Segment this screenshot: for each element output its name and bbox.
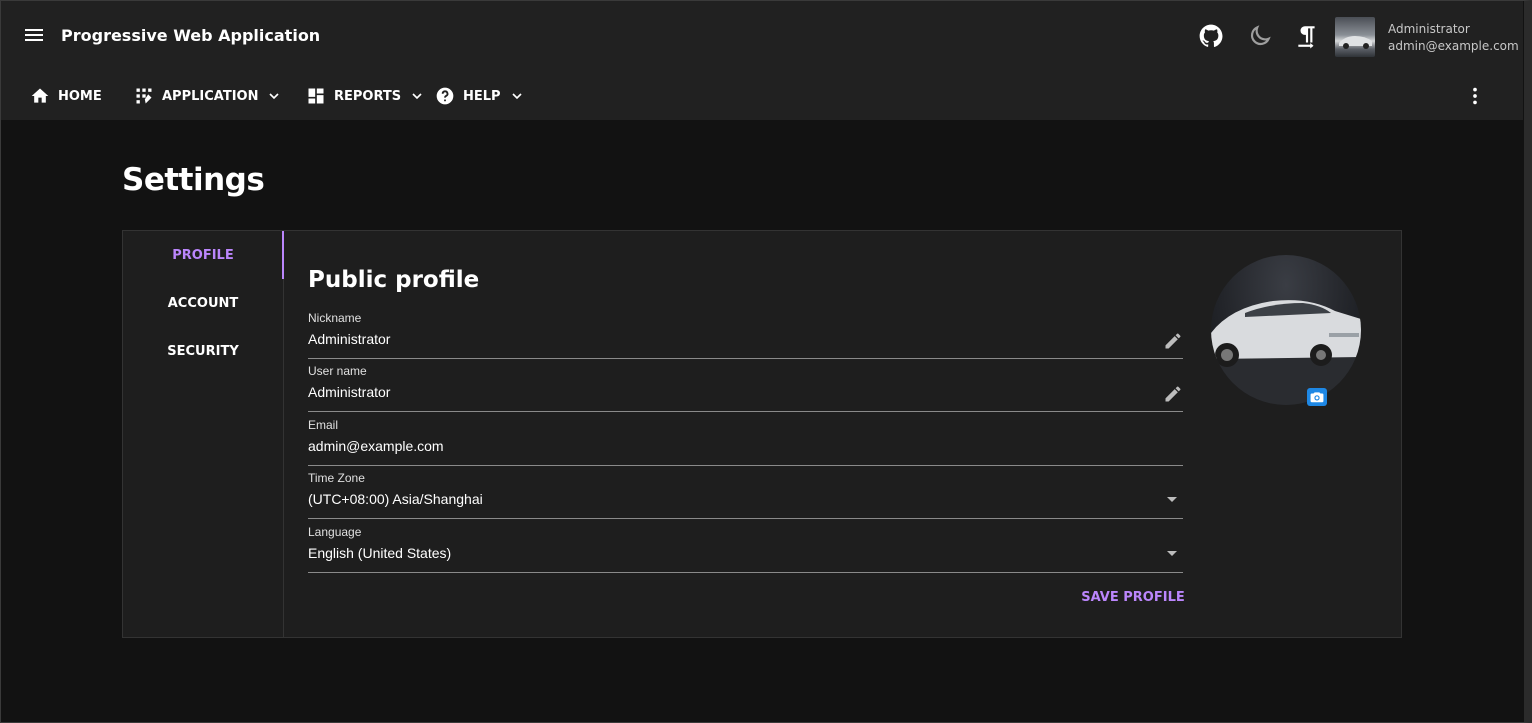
menu-icon[interactable] [25, 25, 51, 49]
nickname-label: Nickname [308, 311, 362, 325]
user-info[interactable]: Administrator admin@example.com [1388, 21, 1519, 55]
nav-item-label: APPLICATION [162, 88, 259, 104]
pencil-icon[interactable] [1163, 384, 1183, 404]
nav-item-reports[interactable]: REPORTS [306, 85, 425, 107]
username-label: User name [308, 364, 367, 378]
user-email: admin@example.com [1388, 39, 1519, 53]
dropdown-arrow-icon[interactable] [1167, 551, 1177, 556]
tab-security[interactable]: SECURITY [123, 327, 283, 375]
nav-item-label: REPORTS [334, 88, 402, 104]
email-value[interactable]: admin@example.com [308, 438, 444, 454]
home-icon [31, 88, 49, 103]
settings-tabs: PROFILE ACCOUNT SECURITY [123, 231, 284, 637]
nickname-field[interactable]: Nickname Administrator [308, 311, 1183, 359]
camera-icon[interactable] [1307, 388, 1327, 406]
language-value[interactable]: English (United States) [308, 545, 451, 561]
active-tab-indicator [282, 231, 284, 279]
more-vert-icon[interactable] [1464, 85, 1486, 107]
main-nav: HOME APPLICATION REPORTS HELP [1, 71, 1523, 120]
moon-icon[interactable] [1247, 23, 1273, 49]
chevron-down-icon [412, 93, 422, 100]
nav-item-application[interactable]: APPLICATION [134, 85, 282, 107]
timezone-value[interactable]: (UTC+08:00) Asia/Shanghai [308, 491, 483, 507]
username-value[interactable]: Administrator [308, 384, 390, 400]
nav-item-help[interactable]: HELP [435, 85, 525, 107]
tab-account[interactable]: ACCOUNT [123, 279, 283, 327]
nickname-value[interactable]: Administrator [308, 331, 390, 347]
chevron-down-icon [511, 93, 522, 100]
nav-item-home[interactable]: HOME [30, 85, 102, 107]
nav-item-label: HELP [463, 88, 501, 104]
email-label: Email [308, 418, 339, 432]
timezone-select[interactable]: Time Zone (UTC+08:00) Asia/Shanghai [308, 471, 1183, 519]
settings-card: PROFILE ACCOUNT SECURITY Public profile … [122, 230, 1402, 638]
app-title: Progressive Web Application [61, 26, 321, 45]
help-circle-icon [436, 87, 454, 105]
app-bar: Progressive Web Application Administrato… [1, 1, 1523, 120]
page-title: Settings [122, 162, 265, 198]
section-title: Public profile [308, 267, 480, 293]
user-avatar[interactable] [1335, 17, 1375, 57]
email-field[interactable]: Email admin@example.com [308, 418, 1183, 466]
user-name: Administrator [1388, 22, 1470, 36]
apps-icon [136, 88, 152, 104]
car-image [1211, 300, 1361, 405]
username-field[interactable]: User name Administrator [308, 364, 1183, 412]
pencil-icon[interactable] [1163, 331, 1183, 351]
tab-profile[interactable]: PROFILE [123, 231, 283, 279]
nav-item-label: HOME [58, 88, 102, 104]
chevron-down-icon [269, 93, 280, 100]
profile-avatar [1211, 255, 1361, 405]
dropdown-arrow-icon[interactable] [1167, 497, 1177, 502]
language-select[interactable]: Language English (United States) [308, 525, 1183, 573]
language-label: Language [308, 525, 362, 539]
save-profile-button[interactable]: SAVE PROFILE [1078, 581, 1188, 613]
top-bar: Progressive Web Application Administrato… [1, 1, 1523, 71]
timezone-label: Time Zone [308, 471, 365, 485]
text-direction-icon[interactable] [1294, 23, 1320, 49]
dashboard-icon [308, 88, 324, 104]
github-icon[interactable] [1198, 23, 1224, 49]
